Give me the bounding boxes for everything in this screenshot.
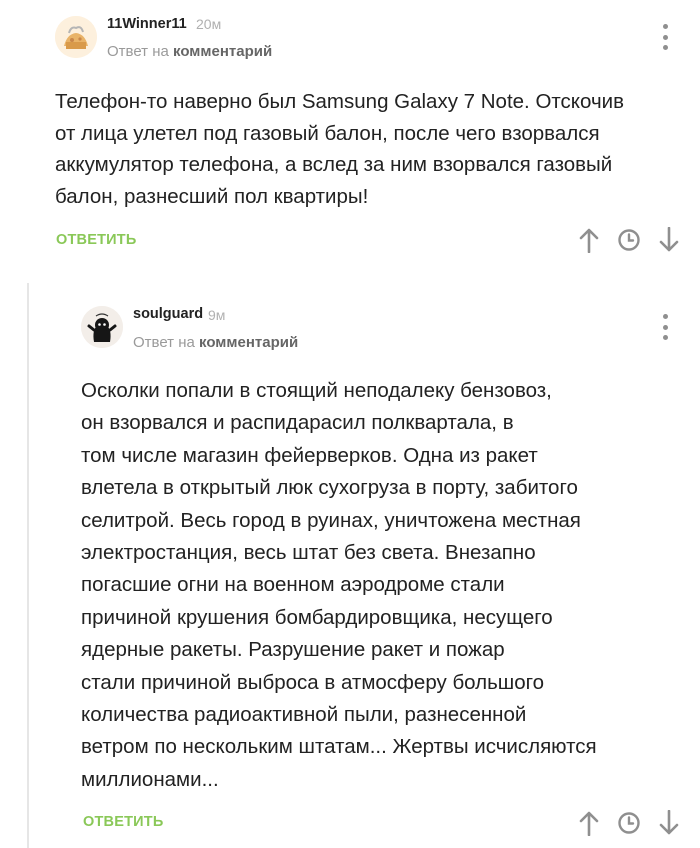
comment-author[interactable]: 11Winner11 [107, 16, 187, 32]
comment-actions [576, 809, 682, 837]
avatar[interactable] [55, 16, 97, 58]
reply-to-prefix: Ответ на [107, 43, 169, 60]
avatar-image [55, 16, 97, 58]
clock-icon[interactable] [616, 226, 642, 254]
arrow-down-icon[interactable] [656, 809, 682, 837]
reply-to: Ответ на комментарий [133, 334, 298, 351]
avatar[interactable] [81, 306, 123, 348]
comment-actions [576, 226, 682, 254]
more-vertical-icon[interactable] [660, 24, 670, 50]
reply-button[interactable]: ответить [56, 232, 136, 248]
comment-author[interactable]: soulguard [133, 306, 203, 322]
avatar-image [81, 306, 123, 348]
clock-icon[interactable] [616, 809, 642, 837]
comment-time: 20м [196, 16, 222, 32]
comment-time: 9м [208, 307, 226, 323]
arrow-up-icon[interactable] [576, 226, 602, 254]
reply-to: Ответ на комментарий [107, 43, 272, 60]
reply-button[interactable]: ответить [83, 814, 163, 830]
comment-text: Осколки попали в стоящий неподалеку бенз… [81, 379, 597, 791]
more-vertical-icon[interactable] [660, 314, 670, 340]
comment: 11Winner11 20м Ответ на комментарий Теле… [0, 0, 700, 270]
reply-to-link[interactable]: комментарий [199, 334, 298, 351]
arrow-up-icon[interactable] [576, 809, 602, 837]
comment-text: Телефон-то наверно был Samsung Galaxy 7 … [55, 90, 624, 208]
reply-to-prefix: Ответ на [133, 334, 195, 351]
reply-to-link[interactable]: комментарий [173, 43, 272, 60]
arrow-down-icon[interactable] [656, 226, 682, 254]
